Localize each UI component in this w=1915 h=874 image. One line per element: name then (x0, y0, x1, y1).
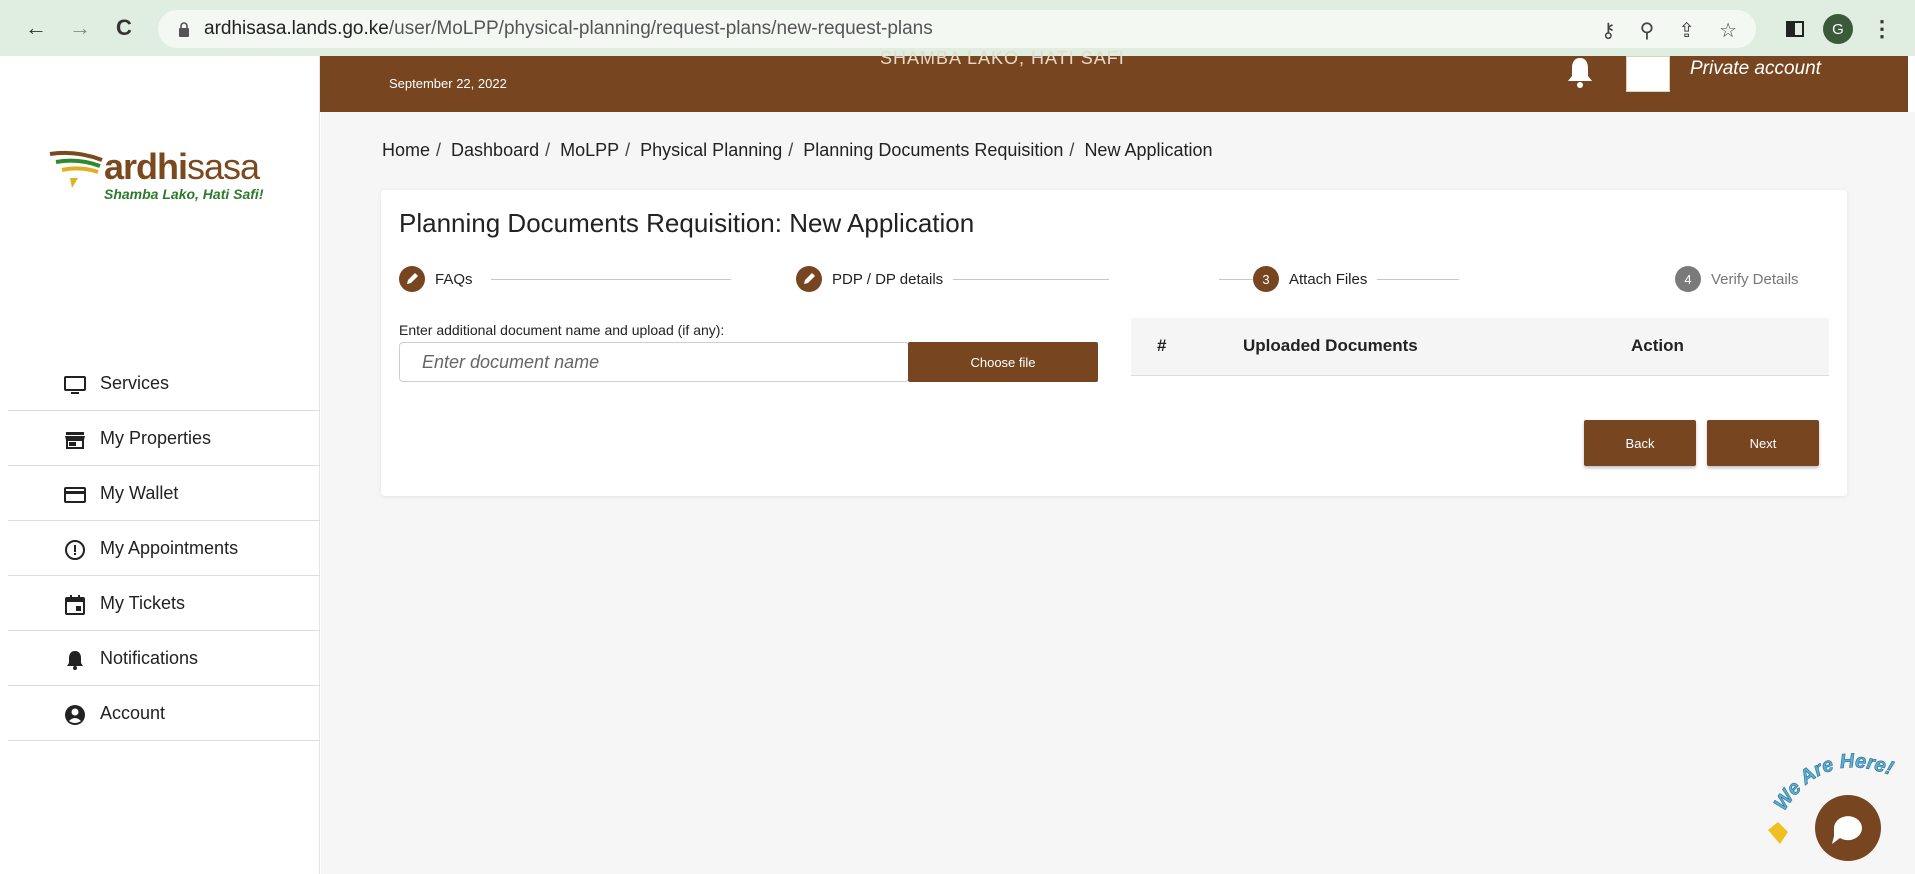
key-icon[interactable]: ⚷ (1601, 18, 1616, 43)
back-button[interactable]: Back (1584, 420, 1696, 466)
stepper: FAQs PDP / DP details 3 Attach Files 4 V… (399, 266, 1819, 296)
sidebar-menu: Services My Properties My Wallet My Appo… (8, 356, 320, 741)
chat-bubble-icon: We Are Here! (1768, 750, 1897, 861)
breadcrumb: Home / Dashboard / MoLPP / Physical Plannin… (382, 140, 1213, 161)
step-attach-files[interactable]: 3 Attach Files (1253, 266, 1378, 292)
logo-brand: ardhisasa (104, 146, 260, 188)
chat-widget[interactable]: We Are Here! (1766, 750, 1915, 862)
step-verify-details[interactable]: 4 Verify Details (1675, 266, 1809, 292)
address-bar[interactable]: ardhisasa.lands.go.ke/user/MoLPP/physica… (158, 10, 1756, 48)
breadcrumb-separator: / (1069, 140, 1075, 160)
notification-bell-icon[interactable] (1562, 56, 1598, 92)
side-panel-icon[interactable] (1785, 19, 1805, 39)
credit-card-icon (64, 487, 86, 503)
store-icon (65, 432, 85, 449)
upload-label: Enter additional document name and uploa… (399, 322, 725, 338)
bell-icon (67, 651, 83, 670)
sidebar-item-label: My Wallet (100, 482, 179, 503)
account-type-label[interactable]: Private account (1690, 58, 1821, 80)
breadcrumb-planning-documents[interactable]: Planning Documents Requisition (803, 140, 1063, 161)
step-number: 3 (1253, 266, 1279, 292)
sidebar-item-my-appointments[interactable]: My Appointments (8, 521, 320, 576)
breadcrumb-separator: / (436, 140, 442, 160)
main-content: Home / Dashboard / MoLPP / Physical Plannin… (321, 112, 1915, 874)
reload-icon[interactable]: C (110, 14, 138, 42)
ardhisasa-logo[interactable]: ardhisasa Shamba Lako, Hati Safi! (48, 146, 288, 206)
column-header-action: Action (1631, 336, 1684, 355)
column-header-number: # (1157, 336, 1167, 355)
pencil-icon (796, 266, 822, 292)
sidebar-item-account[interactable]: Account (8, 686, 320, 741)
more-menu-icon[interactable]: ⋮ (1871, 16, 1893, 42)
logo-stripes-icon (49, 150, 103, 188)
url-path: /user/MoLPP/physical-planning/request-pl… (388, 18, 933, 39)
pencil-icon (399, 266, 425, 292)
back-arrow-icon[interactable]: ← (22, 14, 50, 42)
uploaded-documents-table: # Uploaded Documents Action (1131, 318, 1829, 376)
step-faqs[interactable]: FAQs (399, 266, 483, 292)
document-name-input[interactable] (399, 342, 909, 382)
step-number: 4 (1675, 266, 1701, 292)
choose-file-button[interactable]: Choose file (908, 342, 1098, 382)
alert-circle-icon (65, 540, 85, 560)
sidebar-item-label: Services (100, 372, 170, 393)
star-icon[interactable]: ☆ (1719, 18, 1737, 43)
sidebar-item-notifications[interactable]: Notifications (8, 631, 320, 686)
breadcrumb-separator: / (625, 140, 631, 160)
header-tagline: SHAMBA LAKO, HATI SAFI (880, 48, 1125, 68)
share-icon[interactable]: ⇪ (1678, 18, 1695, 43)
breadcrumb-new-application: New Application (1084, 140, 1213, 160)
step-label: Attach Files (1289, 270, 1368, 288)
breadcrumb-home[interactable]: Home (382, 140, 430, 161)
logo-brand-light: sasa (187, 146, 260, 187)
next-button[interactable]: Next (1707, 420, 1819, 466)
zoom-icon[interactable]: ⚲ (1640, 18, 1655, 43)
breadcrumb-separator: / (788, 140, 794, 160)
sidebar-item-label: My Tickets (100, 592, 186, 613)
logo-brand-bold: ardhi (104, 146, 188, 187)
step-label: PDP / DP details (832, 270, 944, 288)
sidebar-item-my-wallet[interactable]: My Wallet (8, 466, 320, 521)
profile-image[interactable] (1626, 56, 1670, 92)
top-header: September 22, 2022 SHAMBA LAKO, HATI SAF… (320, 48, 1908, 112)
monitor-icon (64, 376, 86, 394)
account-circle-icon (65, 705, 85, 725)
sidebar: ardhisasa Shamba Lako, Hati Safi! Servic… (0, 56, 320, 874)
sidebar-item-label: My Appointments (100, 537, 239, 558)
breadcrumb-physical-planning[interactable]: Physical Planning (640, 140, 782, 161)
sidebar-item-my-properties[interactable]: My Properties (8, 411, 320, 466)
breadcrumb-dashboard[interactable]: Dashboard (451, 140, 539, 161)
sidebar-item-label: Notifications (100, 647, 199, 668)
step-label: FAQs (435, 270, 473, 288)
sidebar-item-label: Account (100, 702, 166, 723)
step-label: Verify Details (1711, 270, 1799, 288)
header-date: September 22, 2022 (389, 76, 507, 91)
profile-avatar[interactable]: G (1823, 14, 1853, 44)
column-header-uploaded-documents: Uploaded Documents (1243, 336, 1418, 355)
page-title: Planning Documents Requisition: New Appl… (399, 208, 975, 238)
lock-icon (179, 21, 189, 37)
calendar-icon (65, 595, 85, 615)
application-card: Planning Documents Requisition: New Appl… (381, 190, 1847, 496)
breadcrumb-separator: / (545, 140, 551, 160)
forward-arrow-icon[interactable]: → (66, 14, 94, 42)
url-domain: ardhisasa.lands.go.ke (204, 18, 389, 39)
step-pdp-dp-details[interactable]: PDP / DP details (796, 266, 954, 292)
breadcrumb-molpp[interactable]: MoLPP (560, 140, 619, 161)
sidebar-item-my-tickets[interactable]: My Tickets (8, 576, 320, 631)
sidebar-item-label: My Properties (100, 427, 212, 448)
logo-slogan: Shamba Lako, Hati Safi! (104, 186, 264, 202)
sidebar-item-services[interactable]: Services (8, 356, 320, 411)
stepper-connector (491, 279, 731, 280)
